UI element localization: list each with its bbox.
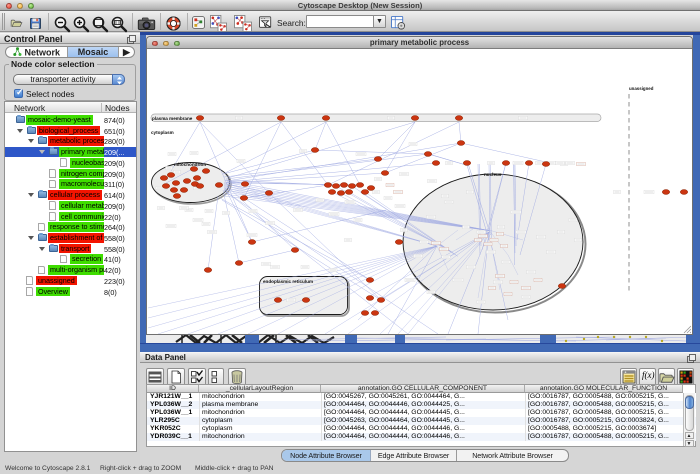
svg-text:nucleus: nucleus xyxy=(484,172,502,177)
svg-text:endoplasmic reticulum: endoplasmic reticulum xyxy=(263,279,313,284)
svg-text:plasma membrane: plasma membrane xyxy=(152,116,193,121)
svg-text:unassigned: unassigned xyxy=(629,86,654,91)
svg-text:cytoplasm: cytoplasm xyxy=(151,130,174,135)
svg-text:mitochondrion: mitochondrion xyxy=(174,162,206,167)
